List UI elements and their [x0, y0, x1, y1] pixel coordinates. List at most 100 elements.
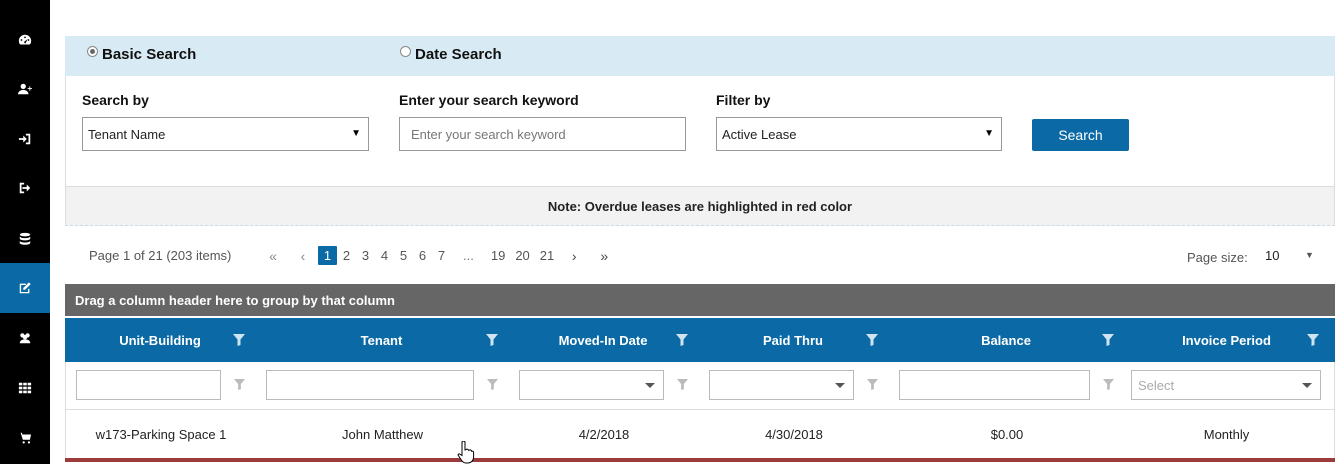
radio-unselected-icon: [400, 46, 411, 57]
page-link-2[interactable]: 2: [337, 248, 356, 263]
caret-down-icon: ▼: [984, 128, 994, 139]
filter-input-tenant[interactable]: [266, 370, 474, 400]
page-link-3[interactable]: 3: [356, 248, 375, 263]
sidebar-item-grid[interactable]: [0, 363, 50, 413]
filter-funnel-icon[interactable]: [1307, 334, 1319, 346]
sidebar-item-cart[interactable]: [0, 413, 50, 463]
keyword-field[interactable]: [399, 117, 686, 151]
column-header-paid-thru[interactable]: Paid Thru: [698, 318, 888, 362]
filter-funnel-icon[interactable]: [487, 379, 498, 390]
overdue-row-indicator: [65, 458, 1335, 462]
filter-by-label: Filter by: [716, 92, 771, 108]
caret-down-icon: [645, 383, 655, 388]
column-header-unit-building[interactable]: Unit-Building: [65, 318, 255, 362]
sidebar-item-database[interactable]: [0, 214, 50, 264]
basic-search-label: Basic Search: [102, 46, 197, 63]
search-by-value: Tenant Name: [88, 126, 166, 142]
column-header-tenant[interactable]: Tenant: [255, 318, 508, 362]
radio-selected-icon: [87, 46, 98, 57]
page-size-select[interactable]: 10: [1265, 248, 1279, 263]
filter-funnel-icon[interactable]: [233, 334, 245, 346]
date-search-label: Date Search: [415, 46, 502, 63]
column-title: Invoice Period: [1182, 332, 1271, 348]
search-by-select[interactable]: Tenant Name ▼: [82, 117, 369, 151]
page-ellipsis[interactable]: ...: [451, 248, 486, 263]
caret-down-icon: [1302, 383, 1312, 388]
edit-icon: [19, 282, 31, 294]
page-link-20[interactable]: 20: [510, 248, 534, 263]
filter-input-balance[interactable]: [899, 370, 1090, 400]
basic-search-radio[interactable]: Basic Search: [87, 46, 196, 63]
caret-down-icon[interactable]: ▼: [1305, 250, 1314, 260]
column-header-invoice-period[interactable]: Invoice Period: [1124, 318, 1329, 362]
pager-nav: « ‹ 1 2 3 4 5 6 7 ... 19 20 21 › »: [258, 246, 619, 265]
grid-icon: [18, 382, 32, 394]
filter-funnel-icon[interactable]: [1102, 334, 1114, 346]
sidebar: [0, 0, 50, 464]
page-link-19[interactable]: 19: [486, 248, 510, 263]
users-icon: [19, 333, 31, 344]
sidebar-item-add-user[interactable]: [0, 64, 50, 114]
filter-funnel-icon[interactable]: [1103, 379, 1114, 390]
filter-funnel-icon[interactable]: [486, 334, 498, 346]
column-title: Unit-Building: [119, 332, 201, 348]
filter-select-invoice-period[interactable]: Select: [1131, 370, 1321, 400]
column-title: Paid Thru: [763, 332, 823, 348]
sidebar-item-sign-in[interactable]: [0, 114, 50, 164]
sidebar-item-edit[interactable]: [0, 263, 50, 313]
filter-funnel-icon[interactable]: [867, 379, 878, 390]
sidebar-item-dashboard[interactable]: [0, 15, 50, 65]
dashboard-icon: [18, 34, 32, 45]
page-link-7[interactable]: 7: [432, 248, 451, 263]
cell-invoice-period: Monthly: [1203, 426, 1250, 442]
database-icon: [19, 232, 31, 245]
column-title: Moved-In Date: [558, 332, 648, 348]
hand-cursor-icon: [457, 441, 475, 464]
cell-paid-thru: 4/30/2018: [765, 426, 823, 442]
search-mode-bar: Basic Search Date Search: [65, 36, 1335, 76]
add-user-icon: [18, 83, 32, 95]
filter-date-moved-in[interactable]: [519, 370, 664, 400]
group-panel[interactable]: Drag a column header here to group by th…: [65, 284, 1335, 318]
filter-cell-invoice-period: Select: [1125, 362, 1328, 410]
search-button[interactable]: Search: [1032, 119, 1129, 151]
filter-input-unit-building[interactable]: [76, 370, 221, 400]
cell-balance: $0.00: [990, 426, 1024, 442]
column-header-balance[interactable]: Balance: [888, 318, 1124, 362]
keyword-label: Enter your search keyword: [399, 92, 579, 108]
filter-date-paid-thru[interactable]: [709, 370, 854, 400]
cell-unit-building: w173-Parking Space 1: [95, 426, 227, 442]
page-link-5[interactable]: 5: [394, 248, 413, 263]
date-search-radio[interactable]: Date Search: [400, 46, 502, 63]
filter-funnel-icon[interactable]: [676, 334, 688, 346]
sign-out-icon: [19, 182, 31, 194]
page-link-21[interactable]: 21: [535, 248, 559, 263]
page-link-4[interactable]: 4: [375, 248, 394, 263]
filter-select-placeholder: Select: [1138, 378, 1175, 393]
filter-funnel-icon[interactable]: [234, 379, 245, 390]
prev-page-icon[interactable]: ‹: [288, 248, 318, 264]
pager: Page 1 of 21 (203 items) « ‹ 1 2 3 4 5 6…: [65, 226, 1335, 284]
cart-icon: [18, 432, 32, 444]
column-title: Tenant: [360, 332, 403, 348]
filter-funnel-icon[interactable]: [866, 334, 878, 346]
column-header-moved-in-date[interactable]: Moved-In Date: [508, 318, 698, 362]
sidebar-item-users[interactable]: [0, 313, 50, 363]
grid-filter-row: Select: [65, 362, 1335, 410]
sidebar-item-sign-out[interactable]: [0, 163, 50, 213]
search-panel: Search by Tenant Name ▼ Enter your searc…: [65, 76, 1335, 186]
grid-header-row: Unit-Building Tenant Moved-In Date Paid …: [65, 318, 1335, 362]
cell-moved-in-date: 4/2/2018: [578, 426, 630, 442]
keyword-input[interactable]: [404, 126, 685, 142]
table-row[interactable]: w173-Parking Space 1 John Matthew 4/2/20…: [65, 410, 1335, 458]
first-page-icon[interactable]: «: [258, 248, 288, 264]
filter-cell-balance: [889, 362, 1125, 410]
last-page-icon[interactable]: »: [589, 248, 619, 264]
page-link-6[interactable]: 6: [413, 248, 432, 263]
filter-cell-unit-building: [66, 362, 256, 410]
filter-by-value: Active Lease: [722, 126, 797, 142]
next-page-icon[interactable]: ›: [559, 248, 589, 264]
filter-funnel-icon[interactable]: [677, 379, 688, 390]
page-link-1[interactable]: 1: [318, 246, 337, 265]
filter-by-select[interactable]: Active Lease ▼: [716, 117, 1002, 151]
